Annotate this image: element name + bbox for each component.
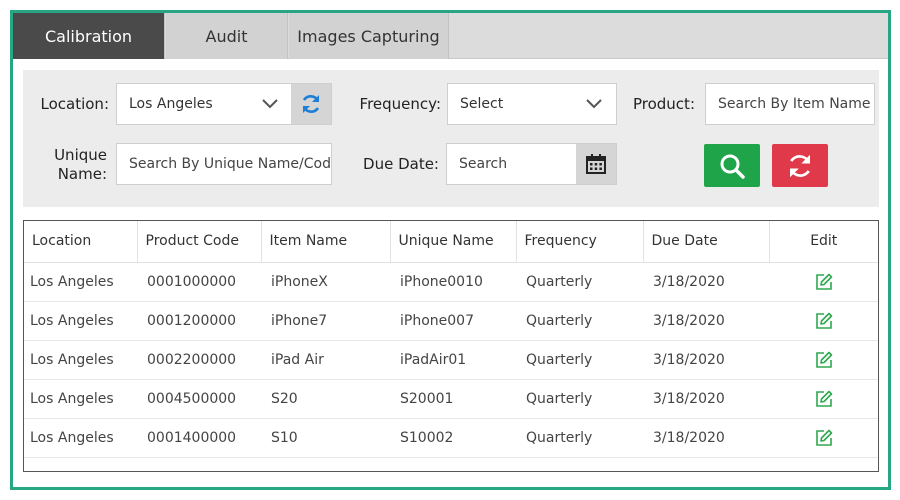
cell-product-code: 0001000000 bbox=[147, 273, 237, 290]
frequency-select-value: Select bbox=[460, 96, 504, 112]
table-row: Los Angeles 0001200000 iPhone7 iPhone007… bbox=[24, 301, 878, 340]
cell-unique-name: S20001 bbox=[400, 390, 454, 407]
cell-location: Los Angeles bbox=[30, 273, 114, 290]
location-select[interactable]: Los Angeles bbox=[116, 83, 332, 125]
due-date-input[interactable] bbox=[446, 143, 617, 185]
frequency-select[interactable]: Select bbox=[447, 83, 617, 125]
tab-audit[interactable]: Audit bbox=[166, 13, 288, 59]
cell-edit bbox=[769, 379, 878, 418]
cell-due-date: 3/18/2020 bbox=[653, 273, 725, 290]
tab-calibration[interactable]: Calibration bbox=[13, 13, 165, 59]
cell-unique-name: iPhone0010 bbox=[400, 273, 483, 290]
tab-bar: Calibration Audit Images Capturing bbox=[13, 13, 888, 59]
cell-edit bbox=[769, 301, 878, 340]
cell-item-name: iPhone7 bbox=[271, 312, 328, 329]
location-select-value: Los Angeles bbox=[129, 96, 213, 112]
location-label: Location: bbox=[40, 95, 110, 113]
chevron-down-icon bbox=[586, 99, 602, 109]
due-date-label: Due Date: bbox=[363, 155, 439, 173]
cell-due-date: 3/18/2020 bbox=[653, 312, 725, 329]
cell-item-name: iPad Air bbox=[271, 351, 324, 368]
results-table: Location Product Code Item Name Unique N… bbox=[23, 220, 879, 472]
cell-item-name: S20 bbox=[271, 390, 298, 407]
column-header-frequency[interactable]: Frequency bbox=[516, 221, 644, 263]
search-icon bbox=[720, 154, 745, 179]
cell-location: Los Angeles bbox=[30, 351, 114, 368]
column-header-unique-name[interactable]: Unique Name bbox=[390, 221, 517, 263]
cell-location: Los Angeles bbox=[30, 312, 114, 329]
product-search-input[interactable] bbox=[705, 83, 875, 125]
unique-name-label-line1: Unique bbox=[54, 146, 107, 164]
edit-icon[interactable] bbox=[815, 312, 833, 330]
refresh-icon bbox=[302, 95, 320, 113]
cell-product-code: 0001200000 bbox=[147, 312, 237, 329]
reset-button[interactable] bbox=[772, 144, 828, 187]
calendar-icon bbox=[586, 154, 606, 174]
cell-frequency: Quarterly bbox=[526, 429, 593, 446]
edit-icon[interactable] bbox=[815, 351, 833, 369]
edit-icon[interactable] bbox=[815, 429, 833, 447]
cell-item-name: S10 bbox=[271, 429, 298, 446]
cell-location: Los Angeles bbox=[30, 429, 114, 446]
cell-item-name: iPhoneX bbox=[271, 273, 328, 290]
table-row: Los Angeles 0004500000 S20 S20001 Quarte… bbox=[24, 379, 878, 418]
cell-unique-name: iPhone007 bbox=[400, 312, 474, 329]
cell-edit bbox=[769, 340, 878, 379]
app-frame: Calibration Audit Images Capturing Locat… bbox=[10, 10, 891, 490]
column-header-due-date[interactable]: Due Date bbox=[643, 221, 770, 263]
cell-due-date: 3/18/2020 bbox=[653, 429, 725, 446]
frequency-label: Frequency: bbox=[359, 95, 441, 113]
cell-edit bbox=[769, 262, 878, 301]
calendar-button[interactable] bbox=[576, 144, 616, 184]
table-header-row: Location Product Code Item Name Unique N… bbox=[24, 221, 878, 263]
cell-product-code: 0001400000 bbox=[147, 429, 237, 446]
column-header-location[interactable]: Location bbox=[24, 221, 138, 263]
column-header-edit: Edit bbox=[769, 221, 878, 263]
column-header-item-name[interactable]: Item Name bbox=[261, 221, 391, 263]
product-label: Product: bbox=[632, 95, 695, 113]
location-refresh-button[interactable] bbox=[291, 84, 331, 124]
tab-images-capturing[interactable]: Images Capturing bbox=[289, 13, 449, 59]
column-header-product-code[interactable]: Product Code bbox=[137, 221, 262, 263]
cell-edit bbox=[769, 418, 878, 457]
cell-frequency: Quarterly bbox=[526, 351, 593, 368]
cell-unique-name: iPadAir01 bbox=[400, 351, 467, 368]
filter-panel: Location: Los Angeles Frequency: Select bbox=[23, 70, 879, 207]
cell-due-date: 3/18/2020 bbox=[653, 351, 725, 368]
search-button[interactable] bbox=[704, 144, 760, 187]
edit-icon[interactable] bbox=[815, 273, 833, 291]
cell-product-code: 0004500000 bbox=[147, 390, 237, 407]
table-row: Los Angeles 0001000000 iPhoneX iPhone001… bbox=[24, 262, 878, 301]
unique-name-label-line2: Name: bbox=[57, 165, 107, 183]
unique-name-search-field[interactable] bbox=[129, 156, 331, 172]
edit-icon[interactable] bbox=[815, 390, 833, 408]
product-search-field[interactable] bbox=[718, 96, 874, 112]
chevron-down-icon bbox=[262, 99, 278, 109]
cell-unique-name: S10002 bbox=[400, 429, 454, 446]
unique-name-search-input[interactable] bbox=[116, 143, 332, 185]
cell-due-date: 3/18/2020 bbox=[653, 390, 725, 407]
cell-frequency: Quarterly bbox=[526, 390, 593, 407]
cell-frequency: Quarterly bbox=[526, 312, 593, 329]
reset-icon bbox=[790, 154, 810, 177]
cell-location: Los Angeles bbox=[30, 390, 114, 407]
table-row: Los Angeles 0001400000 S10 S10002 Quarte… bbox=[24, 418, 878, 457]
cell-product-code: 0002200000 bbox=[147, 351, 237, 368]
cell-frequency: Quarterly bbox=[526, 273, 593, 290]
unique-name-label: Unique Name: bbox=[29, 146, 107, 184]
table-row: Los Angeles 0002200000 iPad Air iPadAir0… bbox=[24, 340, 878, 379]
